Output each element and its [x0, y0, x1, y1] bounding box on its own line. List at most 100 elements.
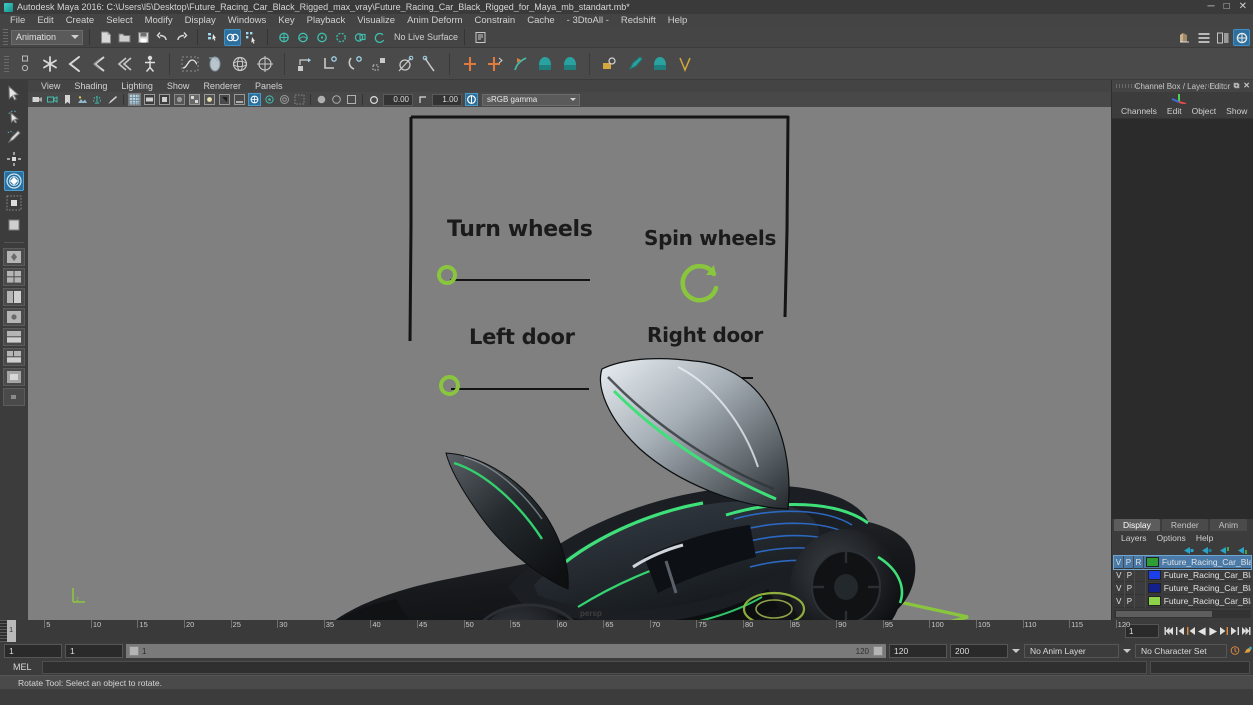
- menu-edit[interactable]: Edit: [31, 14, 59, 27]
- last-tool-used-icon[interactable]: [4, 215, 24, 235]
- multisample-aa-icon[interactable]: [263, 93, 276, 106]
- quick-layout-single-perspective[interactable]: [3, 248, 25, 266]
- create-layer-from-selected-icon[interactable]: [1201, 546, 1212, 555]
- vector-field-icon[interactable]: [674, 52, 696, 76]
- layer-playback-toggle[interactable]: P: [1125, 568, 1136, 582]
- move-layer-up-icon[interactable]: [1219, 546, 1230, 555]
- anim-start-time-field[interactable]: 1: [4, 643, 62, 658]
- layer-color-swatch[interactable]: [1147, 583, 1161, 593]
- rotate-tool-icon[interactable]: [4, 171, 24, 191]
- shelf-grip[interactable]: [4, 55, 9, 72]
- menu-visualize[interactable]: Visualize: [351, 14, 401, 27]
- layer-visibility-toggle[interactable]: V: [1114, 594, 1125, 608]
- show-hide-tool-settings-icon[interactable]: [1214, 29, 1231, 46]
- channel-box-menu-object[interactable]: Object: [1187, 106, 1222, 116]
- quick-layout-outliner-persp[interactable]: [3, 288, 25, 306]
- layer-row[interactable]: V P Future_Racing_Car_Bla: [1114, 594, 1251, 608]
- car-model[interactable]: [178, 257, 1028, 620]
- viewport-canvas[interactable]: Turn wheels Spin wheels Left door Right …: [28, 107, 1111, 620]
- layer-name[interactable]: Future_Racing_Car_Black: [1162, 557, 1251, 567]
- go-to-start-icon[interactable]: [1164, 624, 1174, 638]
- shelf-tab-icon[interactable]: [14, 52, 36, 76]
- quick-layout-hypershade[interactable]: [3, 308, 25, 326]
- close-button[interactable]: ✕: [1239, 2, 1247, 12]
- select-tool-icon[interactable]: [4, 83, 24, 103]
- anim-end-time-field[interactable]: 200: [950, 643, 1008, 658]
- command-response-field[interactable]: [1150, 660, 1250, 674]
- constraint-scale-icon[interactable]: [369, 52, 391, 76]
- layer-color-swatch[interactable]: [1145, 557, 1159, 567]
- render-view-icon[interactable]: [1176, 29, 1193, 46]
- layer-menu-options[interactable]: Options: [1152, 533, 1191, 543]
- menu-anim-deform[interactable]: Anim Deform: [401, 14, 468, 27]
- viewport-menu-renderer[interactable]: Renderer: [196, 81, 248, 91]
- use-all-lights-icon[interactable]: [203, 93, 216, 106]
- set-key-scale-icon[interactable]: [114, 52, 136, 76]
- layer-row[interactable]: V P R Future_Racing_Car_Black: [1113, 555, 1252, 570]
- constraint-orient-icon[interactable]: [344, 52, 366, 76]
- constraint-point-icon[interactable]: [319, 52, 341, 76]
- two-d-pan-zoom-icon[interactable]: [91, 93, 104, 106]
- layer-reference-toggle[interactable]: [1135, 581, 1146, 595]
- layer-reference-toggle[interactable]: R: [1134, 555, 1144, 569]
- bookmark-icon[interactable]: [61, 93, 74, 106]
- animation-preferences-icon[interactable]: [1243, 644, 1253, 658]
- new-scene-icon[interactable]: [97, 29, 114, 46]
- mel-command-input[interactable]: [42, 660, 1147, 674]
- constraint-pole-vector-icon[interactable]: [419, 52, 441, 76]
- paint-select-tool-icon[interactable]: [4, 127, 24, 147]
- layer-menu-help[interactable]: Help: [1191, 533, 1218, 543]
- character-set-field[interactable]: No Character Set: [1135, 643, 1227, 658]
- camera-attributes-icon[interactable]: [46, 93, 59, 106]
- layer-name[interactable]: Future_Racing_Car_Bla: [1164, 583, 1251, 593]
- make-live-icon[interactable]: [370, 29, 387, 46]
- menu-cache[interactable]: Cache: [521, 14, 560, 27]
- layer-name[interactable]: Future_Racing_Car_Bla: [1164, 570, 1251, 580]
- menu-constrain[interactable]: Constrain: [469, 14, 522, 27]
- auto-keyframe-toggle-icon[interactable]: [1230, 644, 1240, 658]
- character-icon[interactable]: [139, 52, 161, 76]
- texture-display-icon[interactable]: [188, 93, 201, 106]
- undock-panel-icon[interactable]: ⧉: [1234, 81, 1240, 91]
- menu-set-dropdown[interactable]: Animation: [11, 29, 83, 45]
- layer-playback-toggle[interactable]: P: [1125, 581, 1136, 595]
- quick-layout-persp-graph[interactable]: [3, 328, 25, 346]
- range-slider-left-handle[interactable]: [129, 645, 139, 656]
- layer-color-swatch[interactable]: [1147, 570, 1161, 580]
- snap-point-icon[interactable]: [313, 29, 330, 46]
- maximize-button[interactable]: □: [1224, 2, 1230, 12]
- move-layer-down-icon[interactable]: [1237, 546, 1248, 555]
- quick-layout-four-view[interactable]: [3, 268, 25, 286]
- layer-reference-toggle[interactable]: [1135, 594, 1146, 608]
- panel-grip-left[interactable]: [1116, 84, 1138, 88]
- exposure-value[interactable]: 0.00: [383, 93, 413, 106]
- menu-playback[interactable]: Playback: [301, 14, 352, 27]
- channel-box-content[interactable]: [1112, 118, 1253, 519]
- deform-wrap-icon[interactable]: [229, 52, 251, 76]
- constraint-aim-icon[interactable]: [394, 52, 416, 76]
- smooth-shade-all-icon[interactable]: [143, 93, 156, 106]
- xray-active-components-icon[interactable]: [345, 93, 358, 106]
- motion-blur-icon[interactable]: [248, 93, 261, 106]
- layer-reference-toggle[interactable]: [1135, 568, 1146, 582]
- snap-curve-icon[interactable]: [294, 29, 311, 46]
- channel-box-menu-show[interactable]: Show: [1221, 106, 1252, 116]
- layer-list-scrollbar[interactable]: [1114, 610, 1251, 618]
- next-key-icon[interactable]: [1219, 624, 1229, 638]
- create-new-layer-icon[interactable]: [1183, 546, 1194, 555]
- smooth-shade-selected-icon[interactable]: [158, 93, 171, 106]
- xray-joints-icon[interactable]: [330, 93, 343, 106]
- save-scene-icon[interactable]: [135, 29, 152, 46]
- menu-select[interactable]: Select: [100, 14, 138, 27]
- layer-menu-layers[interactable]: Layers: [1116, 533, 1152, 543]
- close-panel-icon[interactable]: ✕: [1243, 81, 1250, 91]
- timeline-ticks[interactable]: 1 5 10 15 20 25 30 35 40 45 50 55 60 65 70 75 80 85 90 95 1…: [7, 620, 1130, 642]
- quick-layout-empty[interactable]: [3, 388, 25, 406]
- range-slider-right-handle[interactable]: [873, 645, 883, 656]
- shadows-icon[interactable]: [218, 93, 231, 106]
- layer-visibility-toggle[interactable]: V: [1114, 568, 1125, 582]
- menu-3dtoall[interactable]: - 3DtoAll -: [561, 14, 615, 27]
- gamma-value[interactable]: 1.00: [432, 93, 462, 106]
- menu-key[interactable]: Key: [272, 14, 300, 27]
- time-slider-grip[interactable]: [0, 620, 7, 642]
